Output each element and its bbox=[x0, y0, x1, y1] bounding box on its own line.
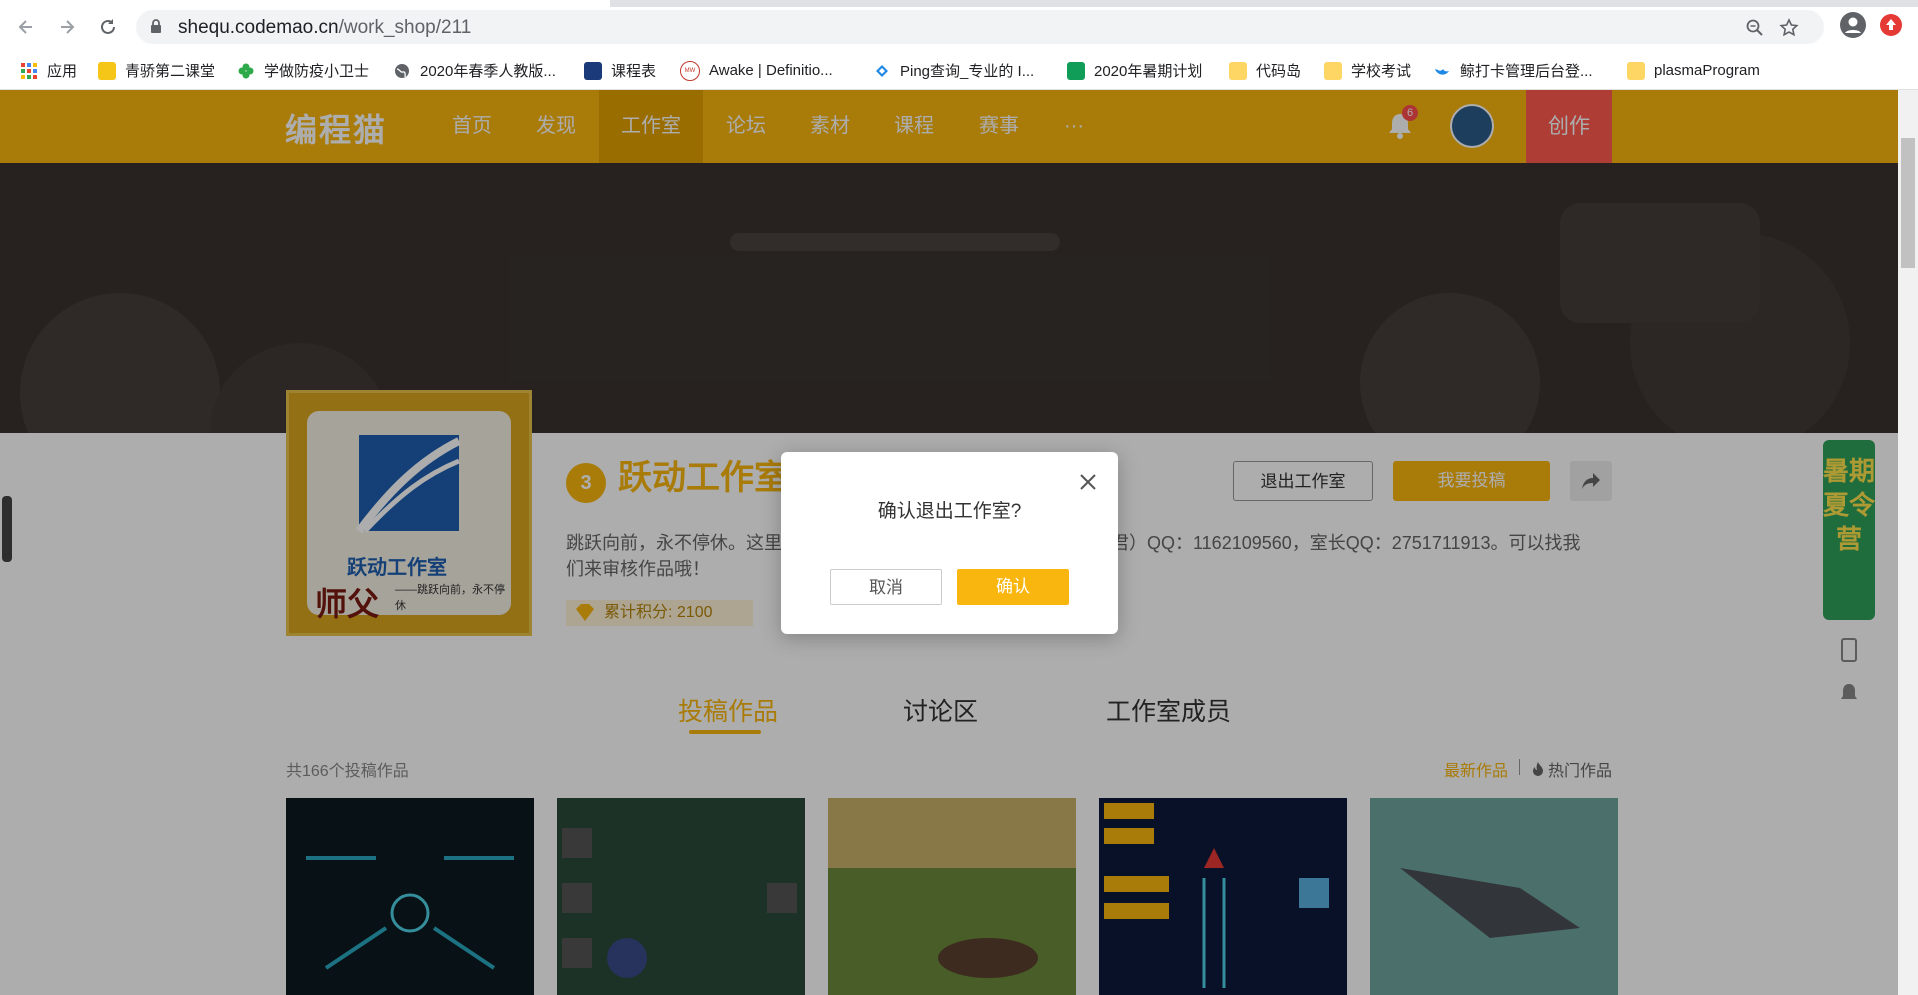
bookmark-awake[interactable]: MW Awake | Definitio... bbox=[680, 52, 833, 89]
bookmark-ping[interactable]: Ping查询_专业的 I... bbox=[873, 52, 1034, 89]
apps-grid-icon bbox=[20, 62, 38, 80]
bookmark-schedule[interactable]: 课程表 bbox=[584, 52, 656, 89]
dialog-title: 确认退出工作室? bbox=[877, 501, 1022, 522]
scrollbar-thumb[interactable] bbox=[1901, 138, 1915, 268]
confirm-exit-dialog: 确认退出工作室? 取消 确认 bbox=[781, 452, 1118, 634]
folder-icon bbox=[1229, 61, 1247, 80]
bookmark-exam[interactable]: 学校考试 bbox=[1324, 52, 1411, 89]
schedule-icon bbox=[584, 61, 602, 80]
forward-icon[interactable] bbox=[53, 13, 81, 41]
lock-icon bbox=[150, 19, 162, 39]
url-text[interactable]: shequ.codemao.cn/work_shop/211 bbox=[178, 17, 471, 39]
back-icon[interactable] bbox=[12, 13, 40, 41]
graduation-icon bbox=[98, 61, 116, 80]
address-bar[interactable]: shequ.codemao.cn/work_shop/211 bbox=[136, 10, 1824, 44]
active-tab[interactable] bbox=[0, 0, 610, 7]
cancel-button[interactable]: 取消 bbox=[830, 569, 942, 605]
close-icon[interactable] bbox=[1076, 470, 1100, 494]
folder-icon bbox=[1324, 61, 1342, 80]
bookmark-star-icon[interactable] bbox=[1778, 17, 1800, 39]
globe-icon bbox=[393, 62, 411, 80]
bookmark-whale[interactable]: 鲸打卡管理后台登... bbox=[1433, 52, 1593, 89]
bookmark-renjiao[interactable]: 2020年春季人教版... bbox=[393, 52, 556, 89]
mw-icon: MW bbox=[680, 60, 700, 81]
browser-toolbar: shequ.codemao.cn/work_shop/211 bbox=[0, 0, 1918, 52]
tab-strip bbox=[0, 0, 1918, 7]
zoom-icon[interactable] bbox=[1744, 17, 1766, 39]
confirm-button[interactable]: 确认 bbox=[957, 569, 1069, 605]
profile-avatar-icon[interactable] bbox=[1840, 12, 1866, 38]
reload-icon[interactable] bbox=[94, 13, 122, 41]
bookmarks-bar: 应用 青骄第二课堂 学做防疫小卫士 2020年春季人教版... 课程表 MW Aw… bbox=[0, 52, 1918, 90]
folder-icon bbox=[1627, 61, 1645, 80]
bookmark-apps[interactable]: 应用 bbox=[20, 52, 77, 89]
bookmark-summer-plan[interactable]: 2020年暑期计划 bbox=[1067, 52, 1202, 89]
bookmark-plasma[interactable]: plasmaProgram bbox=[1627, 52, 1760, 89]
sheets-icon bbox=[1067, 61, 1085, 80]
ping-icon bbox=[873, 62, 891, 80]
bookmark-fangyi[interactable]: 学做防疫小卫士 bbox=[237, 52, 369, 89]
whale-icon bbox=[1433, 62, 1451, 80]
bookmark-daimadao[interactable]: 代码岛 bbox=[1229, 52, 1301, 89]
bookmark-qingjiao[interactable]: 青骄第二课堂 bbox=[98, 52, 215, 89]
page-scrollbar[interactable] bbox=[1898, 90, 1918, 995]
clover-icon bbox=[237, 62, 255, 80]
extension-update-icon[interactable] bbox=[1880, 14, 1902, 36]
